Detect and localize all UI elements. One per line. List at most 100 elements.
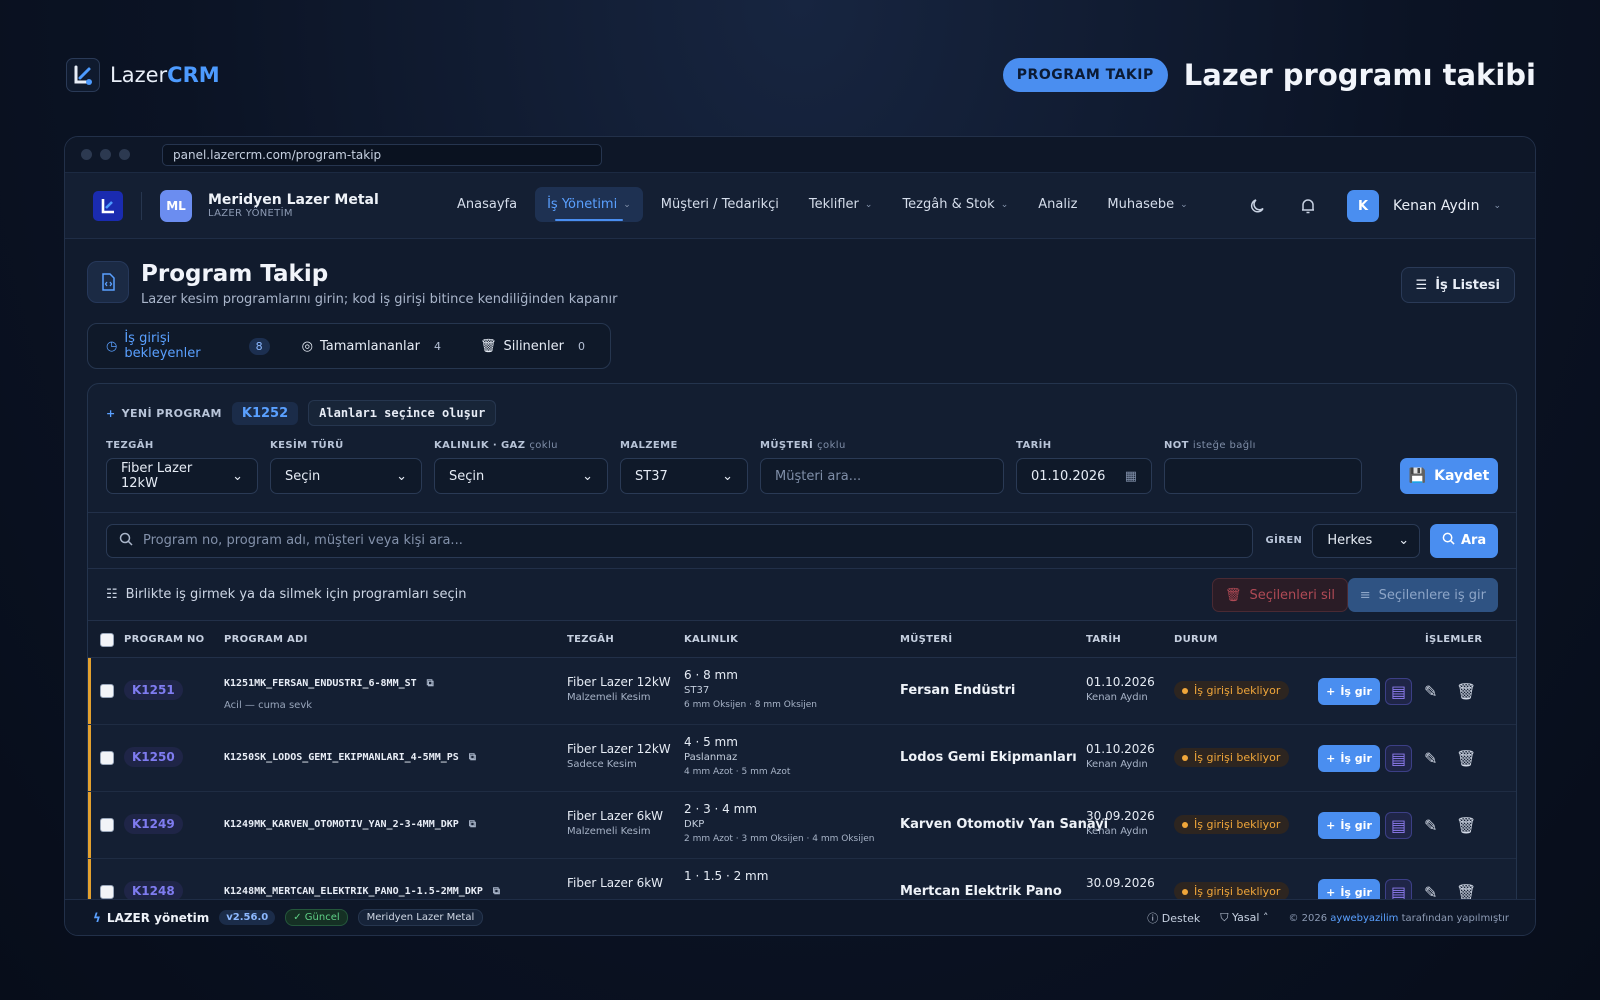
nav-tezgah-stok[interactable]: Tezgâh & Stok ⌄: [890, 187, 1020, 222]
row-customer: Karven Otomotiv Yan Sanayi: [900, 817, 1109, 832]
destek-link[interactable]: ⓘ Destek: [1147, 910, 1200, 926]
col-musteri[interactable]: MÜŞTERİ: [900, 634, 952, 645]
is-gir-button[interactable]: + İş gir: [1318, 745, 1380, 772]
secilenlere-is-gir-button[interactable]: ≡ Seçilenlere iş gir: [1347, 578, 1498, 612]
row-checkbox[interactable]: [100, 885, 114, 899]
copy-icon[interactable]: ⧉: [469, 819, 476, 830]
nav-label: Anasayfa: [457, 197, 518, 212]
giren-select[interactable]: Herkes ⌄: [1312, 523, 1421, 558]
app-logo-icon[interactable]: [93, 190, 123, 221]
tab-count: 4: [433, 339, 441, 353]
col-program-no[interactable]: PROGRAM NO: [124, 634, 204, 645]
file-pdf-icon[interactable]: ▤: [1385, 678, 1412, 705]
row-thickness: 4 · 5 mm: [684, 735, 738, 749]
program-search-input[interactable]: Program no, program adı, müşteri veya ki…: [106, 523, 1254, 558]
nav-muhasebe[interactable]: Muhasebe ⌄: [1095, 187, 1199, 222]
program-code-badge[interactable]: K1251: [124, 680, 183, 700]
status-dot: [1182, 821, 1188, 828]
col-tarih[interactable]: TARİH: [1086, 634, 1121, 645]
chevron-down-icon: ⌄: [232, 468, 243, 484]
bulk-enter-label: Seçilenlere iş gir: [1378, 587, 1486, 603]
program-table-body: K1251 K1251MK_FERSAN_ENDUSTRI_6-8MM_ST ⧉ …: [88, 658, 1516, 926]
copy-icon[interactable]: ⧉: [427, 678, 434, 689]
tab-tamamlananlar[interactable]: ◎ Tamamlananlar 4: [302, 338, 448, 355]
window-dot: [100, 149, 111, 160]
nav-teklifler[interactable]: Teklifler ⌄: [797, 187, 885, 222]
tab-count: 0: [578, 339, 585, 353]
row-checkbox[interactable]: [100, 818, 114, 832]
tezgah-select[interactable]: Fiber Lazer 12kW ⌄: [106, 458, 258, 494]
trash-icon[interactable]: 🗑: [1456, 749, 1476, 768]
row-thickness: 6 · 8 mm: [684, 668, 738, 682]
copy-icon[interactable]: ⧉: [469, 752, 476, 763]
nav-anasayfa[interactable]: Anasayfa: [445, 187, 529, 222]
trash-icon[interactable]: 🗑: [1456, 816, 1476, 835]
secilenleri-sil-button[interactable]: 🗑 Seçilenleri sil: [1211, 578, 1348, 612]
status-badge: İş girişi bekliyor: [1174, 815, 1290, 834]
kalinlik-value: Seçin: [449, 468, 485, 484]
col-tezgah[interactable]: TEZGÂH: [567, 634, 614, 645]
copyright-link[interactable]: aywebyazilim: [1330, 913, 1398, 924]
is-listesi-button[interactable]: ☰ İş Listesi: [1400, 267, 1515, 303]
yasal-link[interactable]: ⛉ Yasal ˄: [1220, 911, 1268, 925]
kaydet-button[interactable]: 💾 Kaydet: [1400, 458, 1498, 494]
tarih-value: 01.10.2026: [1031, 468, 1106, 484]
program-code-badge[interactable]: K1248: [124, 881, 183, 901]
tab-silinenler[interactable]: 🗑 Silinenler 0: [480, 338, 592, 355]
not-label: NOT isteğe bağlı: [1164, 440, 1256, 451]
col-kalinlik[interactable]: KALINLIK: [684, 634, 738, 645]
clock-icon: ◷: [106, 338, 118, 354]
pencil-icon[interactable]: ✎: [1424, 749, 1437, 768]
is-gir-button[interactable]: + İş gir: [1318, 678, 1380, 705]
bell-icon[interactable]: [1297, 195, 1319, 217]
new-program-code: K1252: [231, 401, 299, 425]
malzeme-select[interactable]: ST37 ⌄: [620, 458, 748, 494]
select-all-checkbox[interactable]: [100, 633, 114, 647]
nav-is-yonetimi[interactable]: İş Yönetimi ⌄: [535, 187, 643, 222]
tarih-input[interactable]: 01.10.2026 ▦: [1016, 458, 1152, 494]
copy-icon[interactable]: ⧉: [493, 886, 500, 897]
save-icon: 💾: [1408, 468, 1427, 484]
col-durum[interactable]: DURUM: [1174, 634, 1218, 645]
file-pdf-icon[interactable]: ▤: [1385, 745, 1412, 772]
nav-musteri-tedarikci[interactable]: Müşteri / Tedarikçi: [649, 187, 791, 222]
lazercrm-logo: LazerCRM: [66, 58, 220, 92]
program-code-badge[interactable]: K1250: [124, 747, 183, 767]
row-checkbox[interactable]: [100, 751, 114, 765]
is-gir-label: İş gir: [1340, 685, 1372, 698]
row-checkbox[interactable]: [100, 684, 114, 698]
row-bench: Fiber Lazer 6kW: [567, 876, 664, 890]
company-info: Meridyen Lazer Metal LAZER YÖNETİM: [208, 192, 379, 219]
plus-icon: +: [1326, 886, 1336, 899]
kaydet-label: Kaydet: [1434, 468, 1490, 484]
list-icon: ☰: [1415, 277, 1428, 293]
is-gir-label: İş gir: [1340, 752, 1372, 765]
main-nav: Anasayfa İş Yönetimi ⌄ Müşteri / Tedarikç…: [445, 187, 1200, 222]
nav-analiz[interactable]: Analiz: [1026, 187, 1089, 222]
is-gir-label: İş gir: [1340, 819, 1372, 832]
kalinlik-gaz-select[interactable]: Seçin ⌄: [434, 458, 608, 494]
calendar-icon[interactable]: ▦: [1125, 469, 1137, 484]
brand-prefix: Lazer: [110, 63, 168, 87]
program-code-badge[interactable]: K1249: [124, 814, 183, 834]
user-avatar: K: [1347, 190, 1380, 222]
pencil-icon[interactable]: ✎: [1424, 816, 1437, 835]
moon-icon[interactable]: [1247, 195, 1269, 217]
tab-is-girisi-bekleyenler[interactable]: ◷ İş girişi bekleyenler 8: [106, 331, 270, 361]
pencil-icon[interactable]: ✎: [1424, 682, 1437, 701]
is-gir-button[interactable]: + İş gir: [1318, 812, 1380, 839]
new-program-form: TEZGÂH Fiber Lazer 12kW ⌄ KESİM TÜRÜ Seçi…: [88, 426, 1516, 512]
kesim-turu-select[interactable]: Seçin ⌄: [270, 458, 422, 494]
col-program-adi[interactable]: PROGRAM ADI: [224, 634, 308, 645]
file-pdf-icon[interactable]: ▤: [1385, 812, 1412, 839]
musteri-search-input[interactable]: Müşteri ara...: [760, 458, 1004, 494]
ara-button[interactable]: Ara: [1430, 523, 1498, 558]
bulk-hint: Birlikte iş girmek ya da silmek için pro…: [125, 587, 467, 602]
address-bar[interactable]: panel.lazercrm.com/program-takip: [162, 143, 602, 166]
nav-label: Teklifler: [808, 197, 859, 212]
trash-icon[interactable]: 🗑: [1456, 682, 1476, 701]
bulk-actions-bar: ☷ Birlikte iş girmek ya da silmek için pr…: [88, 568, 1516, 620]
user-menu[interactable]: K Kenan Aydın ⌄: [1347, 190, 1501, 222]
not-input[interactable]: [1164, 458, 1362, 494]
is-listesi-label: İş Listesi: [1435, 277, 1500, 293]
